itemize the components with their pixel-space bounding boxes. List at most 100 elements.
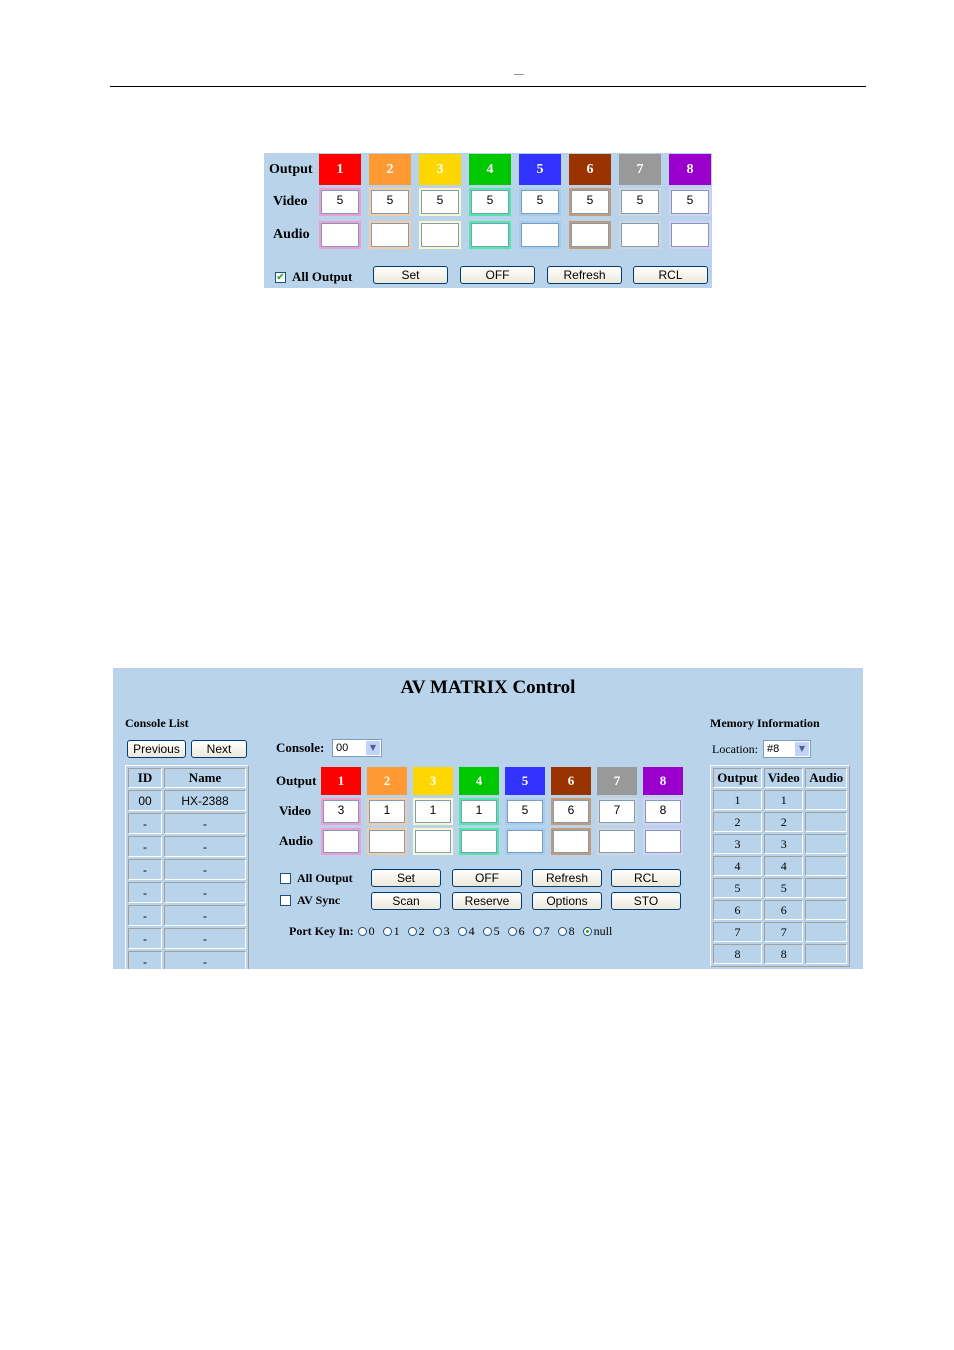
video-input-5-value[interactable]: 5	[521, 190, 559, 214]
audio-input-8-value[interactable]	[671, 223, 709, 247]
reserve-button[interactable]: Reserve	[452, 892, 522, 910]
console-list-row[interactable]: 00 HX-2388	[128, 790, 246, 811]
audio-input-3[interactable]	[419, 221, 461, 249]
port-key-radio-0[interactable]: 0	[357, 924, 375, 939]
off-button[interactable]: OFF	[452, 869, 522, 887]
chevron-down-icon[interactable]: ▼	[795, 742, 809, 756]
audio-input-5-value[interactable]	[507, 830, 543, 853]
audio-input-4-value[interactable]	[461, 830, 497, 853]
port-key-radio-2[interactable]: 2	[407, 924, 425, 939]
audio-input-1[interactable]	[321, 828, 361, 855]
audio-input-2[interactable]	[369, 221, 411, 249]
radio-button-icon[interactable]	[407, 927, 417, 936]
audio-input-8-value[interactable]	[645, 830, 681, 853]
video-input-1-value[interactable]: 3	[323, 800, 359, 823]
audio-input-4[interactable]	[469, 221, 511, 249]
video-input-6-value[interactable]: 5	[571, 190, 609, 214]
audio-input-5[interactable]	[519, 221, 561, 249]
radio-button-icon[interactable]	[382, 927, 392, 936]
port-key-radio-8[interactable]: 8	[557, 924, 575, 939]
audio-input-5[interactable]	[505, 828, 545, 855]
console-list-row[interactable]: --	[128, 813, 246, 834]
radio-button-icon[interactable]	[507, 927, 517, 936]
video-input-7-value[interactable]: 7	[599, 800, 635, 823]
video-input-6[interactable]: 6	[551, 798, 591, 825]
all-output-checkbox[interactable]	[280, 873, 291, 884]
audio-input-3[interactable]	[413, 828, 453, 855]
rcl-button[interactable]: RCL	[633, 266, 708, 284]
audio-input-6[interactable]	[569, 221, 611, 249]
video-input-2[interactable]: 1	[367, 798, 407, 825]
audio-input-5-value[interactable]	[521, 223, 559, 247]
radio-button-icon[interactable]	[432, 927, 442, 936]
audio-input-7-value[interactable]	[621, 223, 659, 247]
console-list-row[interactable]: --	[128, 951, 246, 969]
video-input-2-value[interactable]: 5	[371, 190, 409, 214]
video-input-3-value[interactable]: 1	[415, 800, 451, 823]
video-input-4-value[interactable]: 5	[471, 190, 509, 214]
audio-input-2-value[interactable]	[369, 830, 405, 853]
audio-input-8[interactable]	[669, 221, 711, 249]
audio-input-1-value[interactable]	[321, 223, 359, 247]
audio-input-6[interactable]	[551, 828, 591, 855]
audio-input-2-value[interactable]	[371, 223, 409, 247]
refresh-button[interactable]: Refresh	[547, 266, 622, 284]
audio-input-7[interactable]	[597, 828, 637, 855]
audio-input-2[interactable]	[367, 828, 407, 855]
video-input-3-value[interactable]: 5	[421, 190, 459, 214]
video-input-5-value[interactable]: 5	[507, 800, 543, 823]
video-input-1[interactable]: 5	[319, 188, 361, 216]
audio-input-3-value[interactable]	[421, 223, 459, 247]
console-list-row[interactable]: --	[128, 905, 246, 926]
audio-input-6-value[interactable]	[553, 830, 589, 853]
audio-input-1[interactable]	[319, 221, 361, 249]
video-input-4[interactable]: 5	[469, 188, 511, 216]
port-key-radio-3[interactable]: 3	[432, 924, 450, 939]
video-input-8-value[interactable]: 5	[671, 190, 709, 214]
audio-input-7-value[interactable]	[599, 830, 635, 853]
audio-input-3-value[interactable]	[415, 830, 451, 853]
audio-input-8[interactable]	[643, 828, 683, 855]
video-input-8[interactable]: 8	[643, 798, 683, 825]
video-input-7[interactable]: 7	[597, 798, 637, 825]
radio-button-icon[interactable]	[557, 927, 567, 936]
port-key-radio-null[interactable]: null	[582, 924, 612, 939]
set-button[interactable]: Set	[371, 869, 441, 887]
video-input-7-value[interactable]: 5	[621, 190, 659, 214]
audio-input-6-value[interactable]	[571, 223, 609, 247]
video-input-8[interactable]: 5	[669, 188, 711, 216]
video-input-1-value[interactable]: 5	[321, 190, 359, 214]
video-input-5[interactable]: 5	[505, 798, 545, 825]
sto-button[interactable]: STO	[611, 892, 681, 910]
video-input-2-value[interactable]: 1	[369, 800, 405, 823]
console-list-row[interactable]: --	[128, 836, 246, 857]
video-input-4-value[interactable]: 1	[461, 800, 497, 823]
audio-input-4-value[interactable]	[471, 223, 509, 247]
av-sync-checkbox[interactable]	[280, 895, 291, 906]
video-input-8-value[interactable]: 8	[645, 800, 681, 823]
video-input-7[interactable]: 5	[619, 188, 661, 216]
scan-button[interactable]: Scan	[371, 892, 441, 910]
options-button[interactable]: Options	[532, 892, 602, 910]
video-input-6-value[interactable]: 6	[553, 800, 589, 823]
rcl-button[interactable]: RCL	[611, 869, 681, 887]
video-input-3[interactable]: 1	[413, 798, 453, 825]
video-input-3[interactable]: 5	[419, 188, 461, 216]
console-list-row[interactable]: --	[128, 882, 246, 903]
video-input-4[interactable]: 1	[459, 798, 499, 825]
console-select[interactable]: 00 ▼	[332, 739, 382, 757]
video-input-1[interactable]: 3	[321, 798, 361, 825]
audio-input-4[interactable]	[459, 828, 499, 855]
all-output-checkbox[interactable]: ✔	[275, 272, 286, 283]
console-list-row[interactable]: --	[128, 859, 246, 880]
refresh-button[interactable]: Refresh	[532, 869, 602, 887]
off-button[interactable]: OFF	[460, 266, 535, 284]
chevron-down-icon[interactable]: ▼	[366, 741, 380, 755]
radio-button-icon[interactable]	[357, 927, 367, 936]
audio-input-7[interactable]	[619, 221, 661, 249]
port-key-radio-6[interactable]: 6	[507, 924, 525, 939]
radio-button-icon[interactable]	[457, 927, 467, 936]
set-button[interactable]: Set	[373, 266, 448, 284]
port-key-radio-1[interactable]: 1	[382, 924, 400, 939]
video-input-6[interactable]: 5	[569, 188, 611, 216]
